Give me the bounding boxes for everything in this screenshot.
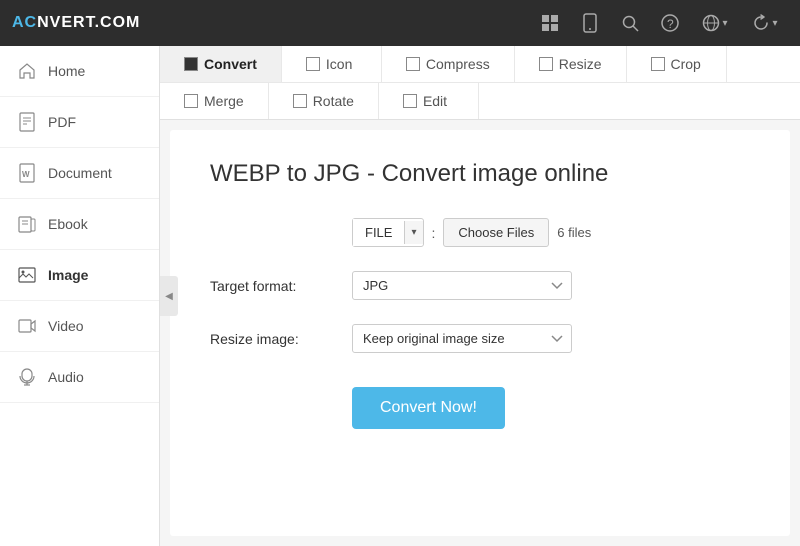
sidebar-item-video[interactable]: Video: [0, 301, 159, 352]
menu-tab-icon[interactable]: Icon: [282, 46, 382, 82]
menu-tab-convert-label: Convert: [204, 56, 257, 72]
navbar: ACNVERT.COM ?: [0, 0, 800, 46]
compress-check-icon: [406, 57, 420, 71]
menu-tab-rotate-label: Rotate: [313, 93, 354, 109]
target-format-label: Target format:: [210, 278, 340, 294]
search-icon: [621, 14, 639, 32]
menu-tab-merge[interactable]: Merge: [160, 83, 269, 119]
file-label-button[interactable]: FILE: [353, 219, 404, 246]
menu-tab-resize[interactable]: Resize: [515, 46, 627, 82]
refresh-arrow: ▾: [772, 18, 777, 29]
main-layout: Home PDF W Document: [0, 46, 800, 546]
sidebar-item-home-label: Home: [48, 63, 85, 79]
logo-nvert: NVERT.COM: [37, 14, 140, 31]
resize-image-row: Resize image: Keep original image size C…: [210, 324, 750, 353]
choose-files-button[interactable]: Choose Files: [443, 218, 549, 247]
edit-check-icon: [403, 94, 417, 108]
sidebar-item-audio-label: Audio: [48, 369, 84, 385]
menu-tab-edit[interactable]: Edit: [379, 83, 479, 119]
image-icon: [16, 264, 38, 286]
icon-check-icon: [306, 57, 320, 71]
menu-tab-compress-label: Compress: [426, 56, 490, 72]
grid-icon: [541, 14, 559, 32]
help-icon: ?: [661, 14, 679, 32]
refresh-button[interactable]: ▾: [742, 5, 788, 41]
collapse-arrow-icon: ◀: [165, 291, 173, 302]
grid-icon-button[interactable]: [532, 5, 568, 41]
file-form-row: FILE ▾ : Choose Files 6 files: [210, 218, 750, 247]
svg-text:W: W: [22, 170, 30, 179]
top-menu: Convert Icon Compress Resize Crop: [160, 46, 800, 120]
page-title: WEBP to JPG - Convert image online: [210, 160, 750, 188]
sidebar-collapse-button[interactable]: ◀: [160, 276, 178, 316]
sidebar: Home PDF W Document: [0, 46, 160, 546]
menu-tab-resize-label: Resize: [559, 56, 602, 72]
search-icon-button[interactable]: [612, 5, 648, 41]
sidebar-item-pdf[interactable]: PDF: [0, 97, 159, 148]
content-area: Convert Icon Compress Resize Crop: [160, 46, 800, 546]
home-icon: [16, 60, 38, 82]
target-format-select[interactable]: JPG PNG WEBP GIF: [352, 271, 572, 300]
colon: :: [432, 225, 436, 241]
refresh-icon: [752, 14, 770, 32]
sidebar-item-video-label: Video: [48, 318, 84, 334]
file-input-group: FILE ▾ : Choose Files 6 files: [352, 218, 591, 247]
language-button[interactable]: ▾: [692, 5, 738, 41]
resize-image-label: Resize image:: [210, 331, 340, 347]
svg-text:?: ?: [667, 17, 674, 31]
logo-ac: AC: [12, 14, 37, 31]
sidebar-item-image[interactable]: Image: [0, 250, 159, 301]
menu-tab-convert[interactable]: Convert: [160, 46, 282, 82]
sidebar-item-image-label: Image: [48, 267, 88, 283]
sidebar-item-document[interactable]: W Document: [0, 148, 159, 199]
top-menu-row-1: Convert Icon Compress Resize Crop: [160, 46, 800, 83]
menu-tab-crop-label: Crop: [671, 56, 701, 72]
resize-image-select[interactable]: Keep original image size Custom size: [352, 324, 572, 353]
menu-tab-merge-label: Merge: [204, 93, 244, 109]
ebook-icon: [16, 213, 38, 235]
page-content: WEBP to JPG - Convert image online FILE …: [170, 130, 790, 536]
rotate-check-icon: [293, 94, 307, 108]
file-dropdown: FILE ▾: [352, 218, 424, 247]
convert-now-button[interactable]: Convert Now!: [352, 387, 505, 429]
sidebar-item-pdf-label: PDF: [48, 114, 76, 130]
menu-tab-icon-label: Icon: [326, 56, 352, 72]
globe-icon: [702, 14, 720, 32]
menu-tab-edit-label: Edit: [423, 93, 447, 109]
merge-check-icon: [184, 94, 198, 108]
language-arrow: ▾: [722, 18, 727, 29]
video-icon: [16, 315, 38, 337]
sidebar-item-audio[interactable]: Audio: [0, 352, 159, 403]
sidebar-item-document-label: Document: [48, 165, 112, 181]
document-icon: W: [16, 162, 38, 184]
target-format-row: Target format: JPG PNG WEBP GIF: [210, 271, 750, 300]
menu-tab-rotate[interactable]: Rotate: [269, 83, 379, 119]
file-dropdown-arrow[interactable]: ▾: [404, 221, 422, 244]
pdf-icon: [16, 111, 38, 133]
sidebar-item-ebook-label: Ebook: [48, 216, 88, 232]
audio-icon: [16, 366, 38, 388]
navbar-icons: ? ▾ ▾: [532, 5, 788, 41]
mobile-icon-button[interactable]: [572, 5, 608, 41]
menu-tab-compress[interactable]: Compress: [382, 46, 515, 82]
files-count: 6 files: [557, 225, 591, 240]
convert-button-row: Convert Now!: [210, 377, 750, 429]
convert-check-icon: [184, 57, 198, 71]
resize-check-icon: [539, 57, 553, 71]
sidebar-item-ebook[interactable]: Ebook: [0, 199, 159, 250]
sidebar-item-home[interactable]: Home: [0, 46, 159, 97]
top-menu-row-2: Merge Rotate Edit: [160, 83, 800, 119]
help-icon-button[interactable]: ?: [652, 5, 688, 41]
menu-tab-crop[interactable]: Crop: [627, 46, 727, 82]
logo: ACNVERT.COM: [12, 14, 532, 32]
mobile-icon: [583, 13, 597, 33]
crop-check-icon: [651, 57, 665, 71]
